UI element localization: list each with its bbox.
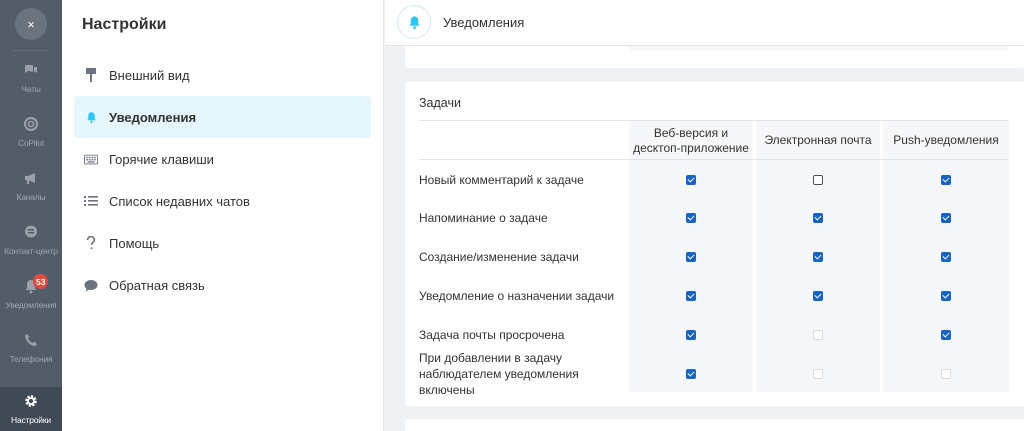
notification-checkbox[interactable] [686, 369, 696, 379]
menu-item-label: Список недавних чатов [109, 193, 250, 209]
menu-item-help[interactable]: Помощь [74, 222, 371, 264]
settings-menu: Настройки Внешний вид Уведомления Горячи… [62, 0, 384, 431]
notification-checkbox[interactable] [813, 291, 823, 301]
rail-item-settings[interactable]: Настройки [0, 387, 62, 431]
menu-item-appearance[interactable]: Внешний вид [74, 54, 371, 96]
menu-item-label: Горячие клавиши [109, 151, 214, 167]
notification-checkbox[interactable] [686, 252, 696, 262]
feedback-icon [84, 278, 98, 292]
gear-icon [25, 395, 37, 407]
rail-item-copilot[interactable]: CoPilot [0, 110, 62, 154]
menu-item-label: Внешний вид [109, 67, 190, 83]
rail-item-contact-center[interactable]: Контакт-центр [0, 218, 62, 262]
close-icon[interactable]: × [15, 8, 47, 40]
menu-title: Настройки [82, 16, 167, 33]
notification-checkbox [941, 369, 951, 379]
rail-item-channels[interactable]: Каналы [0, 164, 62, 208]
question-icon [84, 236, 98, 250]
menu-item-recent-chats[interactable]: Список недавних чатов [74, 180, 371, 222]
tasks-section-card: Задачи Веб-версия и десктоп-приложение Э… [405, 82, 1024, 406]
copilot-icon [24, 117, 38, 131]
left-rail: × Чаты CoPilot Каналы Контакт-центр 53 У… [0, 0, 62, 431]
keyboard-icon [84, 152, 98, 166]
previous-section-columns [629, 46, 1009, 51]
notification-checkbox[interactable] [686, 330, 696, 340]
notification-checkbox[interactable] [813, 252, 823, 262]
notification-checkbox[interactable] [941, 330, 951, 340]
notification-checkbox[interactable] [686, 291, 696, 301]
row-label: При добавлении в задачу наблюдателем уве… [419, 351, 579, 397]
rail-label: Контакт-центр [4, 246, 58, 256]
list-icon [84, 194, 98, 208]
previous-section-card [405, 46, 1024, 68]
notification-checkbox[interactable] [941, 252, 951, 262]
page-header: Уведомления [385, 0, 1024, 46]
rail-label: Каналы [16, 192, 46, 202]
rail-label: Настройки [11, 415, 51, 425]
page-title: Уведомления [443, 15, 525, 30]
column-header-web: Веб-версия и десктоп-приложение [633, 125, 749, 155]
column-header-email: Электронная почта [764, 133, 872, 147]
notification-checkbox[interactable] [941, 213, 951, 223]
rail-item-chats[interactable]: Чаты [0, 56, 62, 100]
menu-item-feedback[interactable]: Обратная связь [74, 264, 371, 306]
notification-checkbox[interactable] [686, 175, 696, 185]
rail-label: Телефония [9, 354, 53, 364]
rail-divider [13, 50, 49, 51]
appearance-icon [84, 68, 98, 82]
notification-checkbox [813, 369, 823, 379]
column-header-push: Push-уведомления [893, 133, 999, 147]
phone-icon [25, 334, 37, 346]
notification-checkbox [813, 330, 823, 340]
rail-label: Чаты [21, 84, 41, 94]
menu-item-hotkeys[interactable]: Горячие клавиши [74, 138, 371, 180]
menu-item-notifications[interactable]: Уведомления [74, 96, 371, 138]
notification-checkbox[interactable] [686, 213, 696, 223]
chat-icon [25, 65, 37, 73]
notification-checkbox[interactable] [941, 291, 951, 301]
notification-count-badge: 53 [33, 274, 49, 289]
menu-item-label: Уведомления [109, 109, 197, 125]
rail-label: Уведомления [5, 300, 57, 310]
megaphone-icon [25, 173, 35, 184]
next-section-card [405, 419, 1024, 431]
table-divider [419, 120, 1009, 121]
menu-item-label: Помощь [109, 235, 160, 251]
notification-checkbox[interactable] [941, 175, 951, 185]
notification-checkbox[interactable] [813, 175, 823, 185]
notification-checkbox[interactable] [813, 213, 823, 223]
rail-item-notifications[interactable]: 53 Уведомления [0, 272, 62, 316]
section-title: Задачи [419, 96, 461, 110]
contact-center-icon [25, 225, 37, 238]
rail-item-telephony[interactable]: Телефония [0, 326, 62, 370]
bell-icon [84, 110, 98, 124]
rail-label: CoPilot [17, 138, 44, 148]
bell-icon [397, 5, 431, 39]
menu-item-label: Обратная связь [109, 277, 205, 293]
